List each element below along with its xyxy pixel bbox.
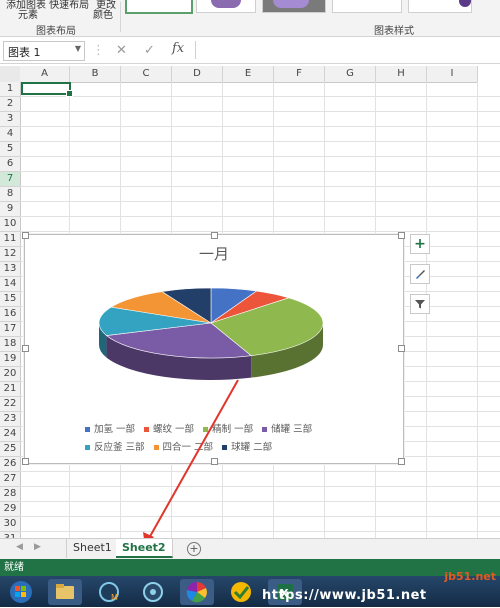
file-explorer-icon[interactable] [48,579,82,605]
scroll-right-icon[interactable]: ▶ [34,542,41,552]
watermark-url: https://www.jb51.net [262,588,427,603]
start-button[interactable] [4,579,38,605]
sheet-tab-1[interactable]: Sheet1 [66,539,119,558]
annotation-arrow [143,379,239,546]
add-sheet-icon[interactable]: + [187,542,201,556]
scroll-left-icon[interactable]: ◀ [16,542,23,552]
app-icon-colorwheel[interactable] [180,579,214,605]
svg-text:M: M [111,593,118,602]
status-text: 就绪 [4,562,24,573]
app-icon-green[interactable] [224,579,258,605]
watermark-site: jb51.net [444,570,496,583]
sheet-tab-bar: ◀ ▶ Sheet1 Sheet2 + [0,538,500,559]
status-bar: 就绪 [0,559,500,576]
app-icon-m[interactable]: M [92,579,126,605]
app-icon-gear[interactable] [136,579,170,605]
sheet-tab-2[interactable]: Sheet2 [116,539,173,558]
